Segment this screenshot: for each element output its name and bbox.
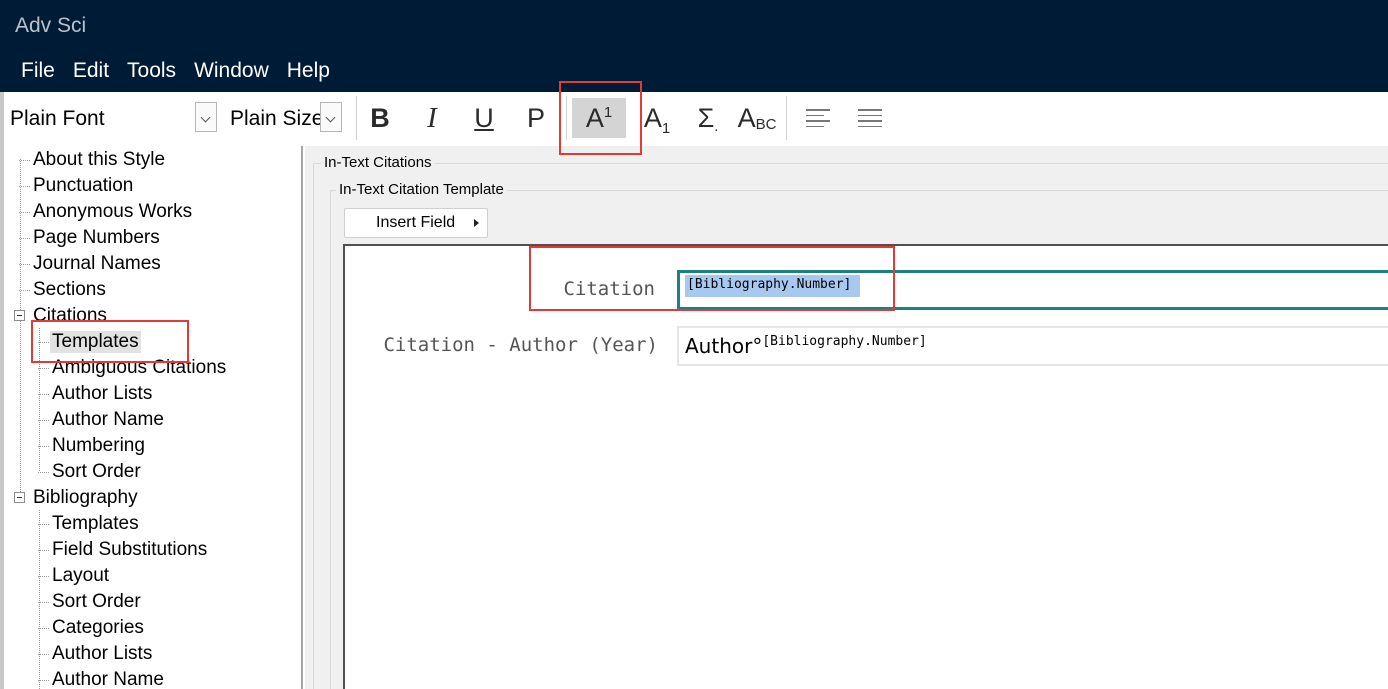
italic-button[interactable]: I [410, 98, 454, 138]
small-caps-button[interactable]: ABC [734, 98, 780, 138]
menu-window[interactable]: Window [185, 57, 278, 85]
citation-label: Citation [563, 278, 655, 300]
tree-item-bibliography-author-name[interactable]: Author Name [38, 667, 166, 689]
format-toolbar: Plain Font Plain Size B I U P A1 A1 Σ. A… [0, 92, 1388, 146]
tree-item-page-numbers[interactable]: Page Numbers [19, 225, 162, 251]
selected-field-token: [Bibliography.Number] [685, 275, 861, 297]
underline-icon: U [474, 102, 494, 133]
plain-icon: P [526, 102, 545, 133]
citation-author-year-label: Citation - Author (Year) [383, 334, 658, 356]
author-text: Author° [685, 334, 763, 358]
toolbar-separator [356, 96, 357, 140]
size-dropdown-button[interactable] [320, 102, 342, 132]
citations-collapse-toggle[interactable] [14, 310, 25, 321]
tree-item-bibliography[interactable]: Bibliography [31, 485, 140, 511]
font-dropdown-button[interactable] [195, 102, 217, 132]
tree-item-journal-names[interactable]: Journal Names [19, 251, 163, 277]
tree-guide-line [39, 328, 40, 471]
align-left-button[interactable] [796, 98, 840, 138]
tree-item-citations-sort-order[interactable]: Sort Order [38, 459, 143, 485]
menu-file[interactable]: File [12, 57, 64, 85]
tree-item-citations-templates[interactable]: Templates [38, 329, 141, 355]
tree-item-citations-author-name[interactable]: Author Name [38, 407, 166, 433]
align-left-icon [806, 109, 830, 127]
toolbar-separator [566, 96, 567, 140]
citation-settings-panel: In-Text Citations In-Text Citation Templ… [305, 146, 1388, 689]
bibliography-collapse-toggle[interactable] [14, 492, 25, 503]
bold-icon: B [370, 102, 390, 133]
title-bar: Adv Sci File Edit Tools Window Help [0, 0, 1388, 92]
tree-item-bibliography-author-lists[interactable]: Author Lists [38, 641, 154, 667]
tree-item-layout[interactable]: Layout [38, 563, 111, 589]
symbol-button[interactable]: Σ. [684, 98, 732, 138]
tree-item-field-substitutions[interactable]: Field Substitutions [38, 537, 209, 563]
toolbar-separator [786, 96, 787, 140]
citation-author-year-input[interactable]: Author°[Bibliography.Number] [677, 326, 1388, 366]
justify-button[interactable] [848, 98, 892, 138]
window-title: Adv Sci [15, 14, 87, 37]
menu-help[interactable]: Help [278, 57, 339, 85]
small-caps-icon: ABC [737, 102, 777, 133]
subscript-button[interactable]: A1 [632, 98, 682, 138]
tree-item-punctuation[interactable]: Punctuation [19, 173, 135, 199]
subscript-icon: A1 [643, 102, 671, 137]
style-tree: About this Style Punctuation Anonymous W… [0, 146, 303, 689]
justify-icon [858, 109, 882, 127]
template-editor: Citation [Bibliography.Number] Citation … [343, 244, 1388, 689]
tree-item-bibliography-sort-order[interactable]: Sort Order [38, 589, 143, 615]
underline-button[interactable]: U [462, 98, 506, 138]
in-text-citations-title: In-Text Citations [321, 154, 435, 171]
tree-item-categories[interactable]: Categories [38, 615, 146, 641]
size-select[interactable]: Plain Size [230, 107, 323, 131]
superscript-button[interactable]: A1 [572, 98, 626, 138]
citation-template-input[interactable]: [Bibliography.Number] [677, 270, 1388, 310]
menu-tools[interactable]: Tools [118, 57, 185, 85]
menu-edit[interactable]: Edit [64, 57, 118, 85]
bibliography-number-token: [Bibliography.Number] [762, 334, 927, 349]
tree-item-sections[interactable]: Sections [19, 277, 108, 303]
citation-template-title: In-Text Citation Template [336, 181, 507, 198]
tree-item-anonymous-works[interactable]: Anonymous Works [19, 199, 194, 225]
submenu-arrow-icon [474, 219, 479, 227]
tree-item-about-this-style[interactable]: About this Style [19, 147, 167, 173]
bold-button[interactable]: B [358, 98, 402, 138]
insert-field-button[interactable]: Insert Field [344, 208, 488, 238]
tree-item-citations[interactable]: Citations [31, 303, 109, 329]
tree-guide-line [20, 159, 21, 498]
tree-item-numbering[interactable]: Numbering [38, 433, 147, 459]
tree-item-ambiguous-citations[interactable]: Ambiguous Citations [38, 355, 228, 381]
tree-item-citations-author-lists[interactable]: Author Lists [38, 381, 154, 407]
plain-button[interactable]: P [514, 98, 558, 138]
font-select[interactable]: Plain Font [10, 107, 105, 131]
menu-bar: File Edit Tools Window Help [12, 57, 339, 85]
italic-icon: I [427, 101, 437, 134]
symbol-icon: Σ. [697, 102, 719, 135]
insert-field-label: Insert Field [376, 214, 456, 231]
superscript-icon: A1 [585, 102, 613, 133]
tree-guide-line [39, 510, 40, 689]
tree-item-bibliography-templates[interactable]: Templates [38, 511, 141, 537]
